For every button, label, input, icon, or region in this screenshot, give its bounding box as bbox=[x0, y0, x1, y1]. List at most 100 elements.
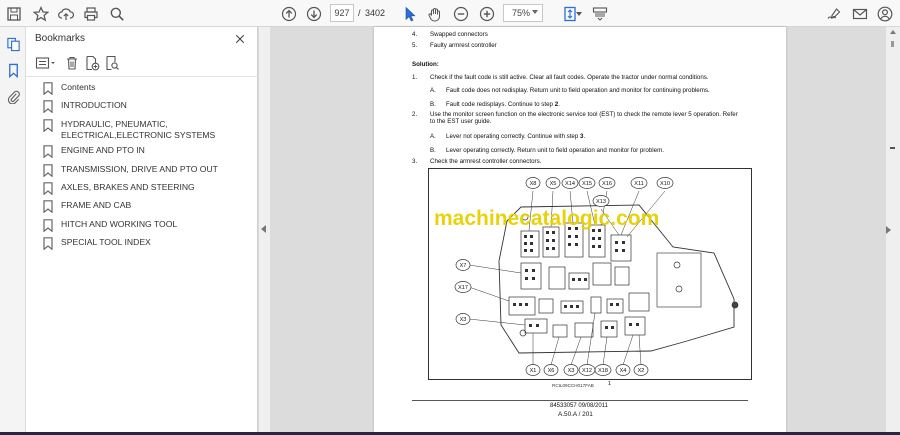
connector-callouts-bottom: X1 X6 X3 X12 X18 X4 X2 bbox=[525, 364, 649, 376]
bookmark-ribbon-icon bbox=[43, 82, 53, 95]
connector-label-x3: X3 bbox=[568, 368, 575, 374]
page-number-input[interactable]: 927 bbox=[330, 4, 354, 22]
document-viewer[interactable]: 4. Swapped connectors 5. Faulty armrest … bbox=[270, 27, 900, 435]
bookmark-ribbon-icon bbox=[43, 100, 53, 113]
new-bookmark-icon[interactable] bbox=[84, 55, 100, 71]
bookmark-item[interactable]: SPECIAL TOOL INDEX bbox=[42, 237, 252, 250]
scroll-tick bbox=[890, 147, 895, 149]
step-number: 3. bbox=[412, 158, 418, 165]
attachments-icon[interactable] bbox=[4, 87, 22, 105]
bookmark-search-icon[interactable] bbox=[104, 55, 120, 71]
page-separator: / bbox=[358, 8, 361, 18]
connector-label-x16: X16 bbox=[602, 181, 612, 187]
zoom-in-icon[interactable] bbox=[477, 4, 497, 23]
close-icon[interactable] bbox=[232, 31, 248, 47]
connector-label-x3-left: X3 bbox=[460, 317, 467, 323]
bookmarks-toolbar bbox=[26, 49, 258, 77]
bookmark-ribbon-icon bbox=[43, 182, 53, 195]
armrest-controller-diagram: X8 X5 X14 X15 X16 X11 X10 X13 X7 X17 X3 … bbox=[428, 168, 752, 380]
bookmark-label: INTRODUCTION bbox=[61, 100, 127, 110]
scrollbar-thumb[interactable] bbox=[891, 41, 894, 47]
substep-text: Lever not operating correctly. Continue … bbox=[446, 133, 585, 140]
figure-reference: RCIL09CCH017FAB bbox=[552, 383, 594, 388]
zoom-level-select[interactable]: 75% bbox=[503, 4, 543, 22]
footer-divider bbox=[412, 400, 748, 401]
connector-callouts-top: X8 X5 X14 X15 X16 X11 X10 X13 bbox=[525, 177, 674, 207]
bookmark-label: Contents bbox=[61, 82, 96, 92]
bookmark-item[interactable]: AXLES, BRAKES AND STEERING bbox=[42, 182, 252, 195]
bookmark-ribbon-icon bbox=[43, 237, 53, 250]
substep-text: Fault code does not redisplay. Return un… bbox=[446, 87, 710, 94]
bookmark-item[interactable]: Contents bbox=[42, 82, 252, 95]
connector-label-x6: X6 bbox=[548, 368, 555, 374]
connector-label-x8: X8 bbox=[530, 181, 537, 187]
chevron-down-icon bbox=[532, 10, 538, 14]
footer-document-number: 84533057 09/08/2011 bbox=[550, 403, 608, 409]
next-page-icon[interactable] bbox=[304, 4, 324, 23]
cloud-upload-icon[interactable] bbox=[56, 4, 76, 23]
bookmark-item[interactable]: TRANSMISSION, DRIVE AND PTO OUT bbox=[42, 164, 252, 177]
substep-text-part: Fault code redisplays. Continue to step bbox=[446, 101, 555, 108]
print-icon[interactable] bbox=[81, 4, 101, 23]
substep-letter: A. bbox=[430, 133, 436, 140]
bookmark-label: AXLES, BRAKES AND STEERING bbox=[61, 182, 195, 192]
bookmark-star-icon[interactable] bbox=[31, 4, 51, 23]
bookmark-label: HITCH AND WORKING TOOL bbox=[61, 219, 178, 229]
bookmark-item[interactable]: HITCH AND WORKING TOOL bbox=[42, 219, 252, 232]
cause-text: Swapped connectors bbox=[430, 31, 488, 38]
connector-label-x10: X10 bbox=[660, 181, 670, 187]
account-icon[interactable] bbox=[875, 4, 895, 23]
scroll-up-icon[interactable] bbox=[890, 30, 896, 34]
bookmark-label: ENGINE AND PTO IN bbox=[61, 145, 145, 155]
step-text: to the EST user guide. bbox=[430, 118, 492, 125]
search-zoom-icon[interactable] bbox=[107, 4, 127, 23]
collapse-panel-icon[interactable] bbox=[261, 225, 266, 233]
pdf-page: 4. Swapped connectors 5. Faulty armrest … bbox=[374, 27, 786, 435]
page-fit-chevron-icon[interactable] bbox=[574, 4, 584, 23]
panel-splitter[interactable] bbox=[258, 27, 270, 435]
step-text: Check the armrest controller connectors. bbox=[430, 158, 542, 165]
cause-number: 5. bbox=[412, 42, 418, 49]
step-number: 1. bbox=[412, 74, 418, 81]
hand-tool-icon[interactable] bbox=[425, 4, 445, 23]
substep-text-part: . bbox=[583, 133, 586, 140]
substep-letter: B. bbox=[430, 147, 436, 154]
bookmark-item[interactable]: FRAME AND CAB bbox=[42, 200, 252, 213]
page-thumbnails-icon[interactable] bbox=[4, 35, 22, 53]
substep-text: Lever operating correctly. Return unit t… bbox=[446, 147, 664, 154]
expand-right-icon[interactable] bbox=[886, 226, 891, 234]
step-text: Use the monitor screen function on the e… bbox=[430, 111, 738, 118]
connector-label-x1: X1 bbox=[530, 368, 537, 374]
bookmark-ribbon-icon bbox=[43, 219, 53, 232]
scroll-mode-icon[interactable] bbox=[590, 4, 610, 23]
fill-sign-icon[interactable] bbox=[824, 4, 844, 23]
bookmarks-panel-title: Bookmarks bbox=[35, 33, 86, 44]
navigation-rail bbox=[0, 27, 26, 435]
watermark-text: machinecatalogic.com bbox=[434, 207, 660, 230]
connector-label-x5: X5 bbox=[550, 181, 557, 187]
zoom-out-icon[interactable] bbox=[451, 4, 471, 23]
bookmark-ribbon-icon bbox=[43, 119, 53, 132]
previous-page-icon[interactable] bbox=[279, 4, 299, 23]
step-number: 2. bbox=[412, 111, 418, 118]
bookmark-item[interactable]: INTRODUCTION bbox=[42, 100, 252, 113]
substep-letter: A. bbox=[430, 87, 436, 94]
bookmark-item[interactable]: ENGINE AND PTO IN bbox=[42, 145, 252, 158]
bookmarks-panel-icon[interactable] bbox=[4, 61, 22, 79]
connector-label-x11: X11 bbox=[634, 181, 644, 187]
save-icon[interactable] bbox=[4, 4, 24, 23]
connector-layout-drawing: X8 X5 X14 X15 X16 X11 X10 X13 X7 X17 X3 … bbox=[454, 177, 739, 376]
bookmark-label: SPECIAL TOOL INDEX bbox=[61, 237, 151, 247]
connector-callouts-left: X7 X17 X3 bbox=[454, 259, 472, 325]
bookmark-item[interactable]: HYDRAULIC, PNEUMATIC, ELECTRICAL,ELECTRO… bbox=[42, 119, 252, 141]
select-cursor-icon[interactable] bbox=[400, 4, 420, 23]
solution-heading: Solution: bbox=[412, 61, 439, 68]
page-total: 3402 bbox=[365, 8, 386, 18]
footer-page-reference: A.50.A / 201 bbox=[558, 411, 593, 418]
connector-label-x15: X15 bbox=[582, 181, 592, 187]
connector-label-x7: X7 bbox=[460, 263, 467, 269]
delete-bookmark-icon[interactable] bbox=[64, 55, 80, 71]
bookmark-options-icon[interactable] bbox=[35, 55, 57, 71]
email-icon[interactable] bbox=[850, 4, 870, 23]
bookmark-label: HYDRAULIC, PNEUMATIC, ELECTRICAL,ELECTRO… bbox=[61, 119, 216, 140]
